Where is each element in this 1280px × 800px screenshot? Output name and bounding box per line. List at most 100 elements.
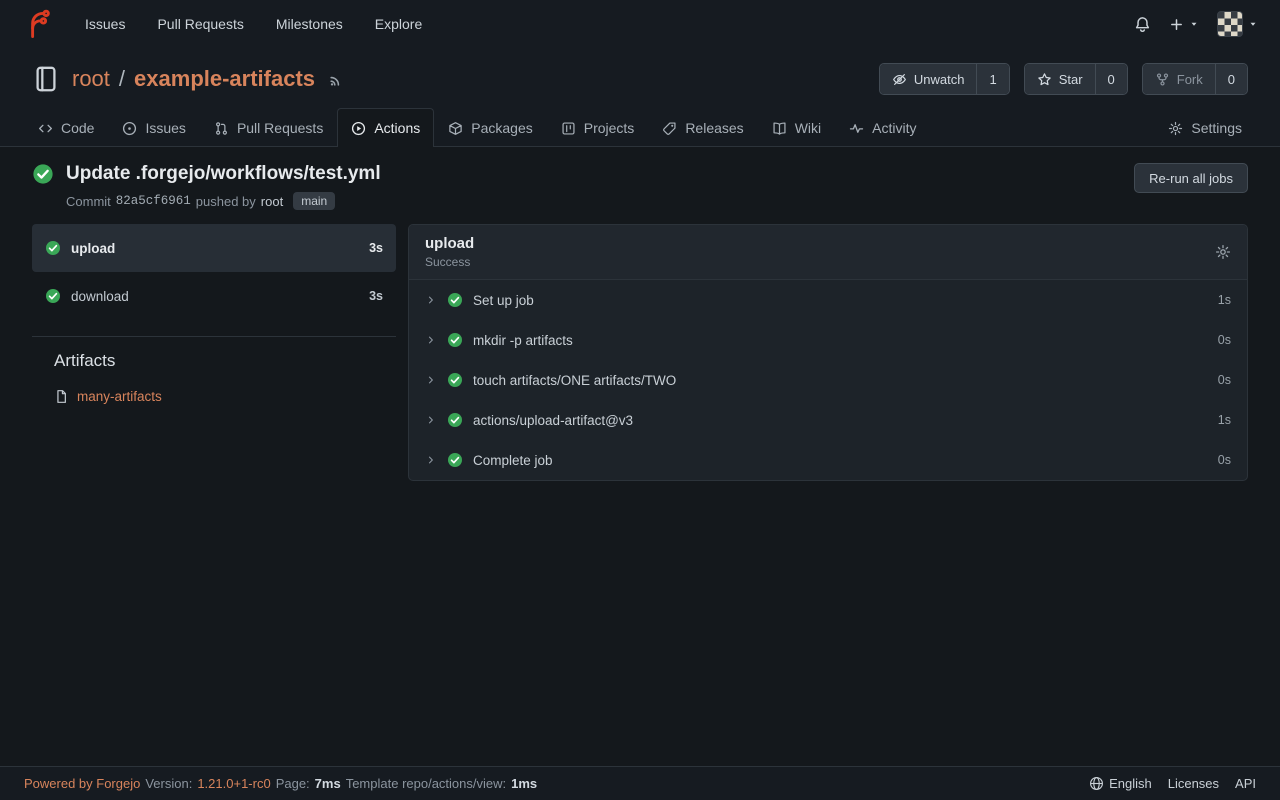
commit-label: Commit xyxy=(66,194,111,209)
success-check-icon xyxy=(45,288,61,304)
code-icon xyxy=(38,121,53,136)
language-menu[interactable]: English xyxy=(1089,776,1152,791)
stars-count[interactable]: 0 xyxy=(1095,64,1127,94)
language-label: English xyxy=(1109,776,1152,791)
step-row-mkdir[interactable]: mkdir -p artifacts 0s xyxy=(409,320,1247,360)
nav-item-pull-requests[interactable]: Pull Requests xyxy=(144,9,256,39)
repo-separator: / xyxy=(119,66,125,92)
create-new-button[interactable] xyxy=(1169,17,1199,32)
step-duration: 0s xyxy=(1218,373,1231,387)
step-duration: 0s xyxy=(1218,453,1231,467)
powered-by-link[interactable]: Powered by Forgejo xyxy=(24,776,140,791)
fork-label: Fork xyxy=(1177,72,1203,87)
run-title-block: Update .forgejo/workflows/test.yml Commi… xyxy=(32,163,381,210)
step-label: actions/upload-artifact@v3 xyxy=(473,413,633,428)
success-check-icon xyxy=(447,372,463,388)
tab-label: Issues xyxy=(145,120,185,136)
notifications-button[interactable] xyxy=(1134,16,1151,33)
footer: Powered by Forgejo Version: 1.21.0+1-rc0… xyxy=(0,766,1280,800)
rss-icon xyxy=(328,71,345,88)
gear-icon xyxy=(1215,244,1231,260)
job-name: upload xyxy=(71,241,115,256)
tab-releases[interactable]: Releases xyxy=(648,108,757,147)
nav-item-milestones[interactable]: Milestones xyxy=(263,9,356,39)
step-row-touch[interactable]: touch artifacts/ONE artifacts/TWO 0s xyxy=(409,360,1247,400)
project-icon xyxy=(561,121,576,136)
step-row-complete[interactable]: Complete job 0s xyxy=(409,440,1247,480)
repo-owner-link[interactable]: root xyxy=(72,66,110,92)
file-icon xyxy=(54,389,69,404)
step-duration: 1s xyxy=(1218,293,1231,307)
play-circle-icon xyxy=(351,121,366,136)
repo-action-buttons: Unwatch 1 Star 0 Fork 0 xyxy=(879,63,1248,95)
page-time-value: 7ms xyxy=(315,776,341,791)
tab-wiki[interactable]: Wiki xyxy=(758,108,835,147)
chevron-down-icon xyxy=(1248,19,1258,29)
watchers-count[interactable]: 1 xyxy=(976,64,1008,94)
step-row-upload-artifact[interactable]: actions/upload-artifact@v3 1s xyxy=(409,400,1247,440)
job-duration: 3s xyxy=(369,289,383,303)
user-menu-button[interactable] xyxy=(1217,11,1258,37)
page: Issues Pull Requests Milestones Explore … xyxy=(0,0,1280,800)
gear-icon xyxy=(1168,121,1183,136)
sidebar-divider xyxy=(32,336,396,337)
tab-code[interactable]: Code xyxy=(24,108,108,147)
artifact-link-many-artifacts[interactable]: many-artifacts xyxy=(77,389,162,404)
unwatch-button[interactable]: Unwatch xyxy=(880,64,977,94)
tab-issues[interactable]: Issues xyxy=(108,108,199,147)
fork-icon xyxy=(1155,72,1170,87)
artifacts-heading: Artifacts xyxy=(32,351,396,371)
branch-badge[interactable]: main xyxy=(293,192,335,210)
nav-item-issues[interactable]: Issues xyxy=(72,9,138,39)
repo-title: root / example-artifacts xyxy=(72,66,345,92)
nav-item-explore[interactable]: Explore xyxy=(362,9,435,39)
rerun-all-jobs-button[interactable]: Re-run all jobs xyxy=(1134,163,1248,193)
commit-sha-link[interactable]: 82a5cf6961 xyxy=(116,194,191,208)
tab-label: Activity xyxy=(872,120,916,136)
repo-name-link[interactable]: example-artifacts xyxy=(134,66,315,92)
tab-packages[interactable]: Packages xyxy=(434,108,546,147)
plus-icon xyxy=(1169,17,1184,32)
job-detail-header: upload Success xyxy=(409,225,1247,280)
tab-activity[interactable]: Activity xyxy=(835,108,930,147)
step-duration: 1s xyxy=(1218,413,1231,427)
star-button[interactable]: Star xyxy=(1025,64,1095,94)
template-time-label: Template repo/actions/view: xyxy=(346,776,506,791)
tab-pull-requests[interactable]: Pull Requests xyxy=(200,108,337,147)
fork-button[interactable]: Fork xyxy=(1143,64,1215,94)
tab-actions[interactable]: Actions xyxy=(337,108,434,147)
tab-label: Releases xyxy=(685,120,743,136)
version-link[interactable]: 1.21.0+1-rc0 xyxy=(197,776,270,791)
tab-projects[interactable]: Projects xyxy=(547,108,649,147)
step-label: Complete job xyxy=(473,453,553,468)
repo-title-row: root / example-artifacts Unwatch 1 xyxy=(0,48,1280,108)
main-content: Update .forgejo/workflows/test.yml Commi… xyxy=(0,147,1280,766)
licenses-link[interactable]: Licenses xyxy=(1168,776,1219,791)
api-link[interactable]: API xyxy=(1235,776,1256,791)
job-row-download[interactable]: download 3s xyxy=(32,272,396,320)
job-row-upload[interactable]: upload 3s xyxy=(32,224,396,272)
run-header: Update .forgejo/workflows/test.yml Commi… xyxy=(32,163,1248,210)
globe-icon xyxy=(1089,776,1104,791)
step-label: mkdir -p artifacts xyxy=(473,333,573,348)
tab-settings[interactable]: Settings xyxy=(1154,108,1256,147)
unwatch-label: Unwatch xyxy=(914,72,965,87)
star-icon xyxy=(1037,72,1052,87)
success-check-icon xyxy=(447,452,463,468)
job-options-button[interactable] xyxy=(1215,244,1231,260)
watch-button-group: Unwatch 1 xyxy=(879,63,1010,95)
chevron-right-icon xyxy=(425,374,437,386)
rss-link[interactable] xyxy=(328,71,345,88)
step-row-setup[interactable]: Set up job 1s xyxy=(409,280,1247,320)
forgejo-logo[interactable] xyxy=(22,9,52,39)
forks-count[interactable]: 0 xyxy=(1215,64,1247,94)
commit-author-link[interactable]: root xyxy=(261,194,283,209)
star-button-group: Star 0 xyxy=(1024,63,1128,95)
tab-label: Pull Requests xyxy=(237,120,323,136)
step-duration: 0s xyxy=(1218,333,1231,347)
run-title: Update .forgejo/workflows/test.yml xyxy=(66,163,381,185)
navbar-right xyxy=(1134,11,1258,37)
star-label: Star xyxy=(1059,72,1083,87)
book-icon xyxy=(772,121,787,136)
avatar xyxy=(1217,11,1243,37)
